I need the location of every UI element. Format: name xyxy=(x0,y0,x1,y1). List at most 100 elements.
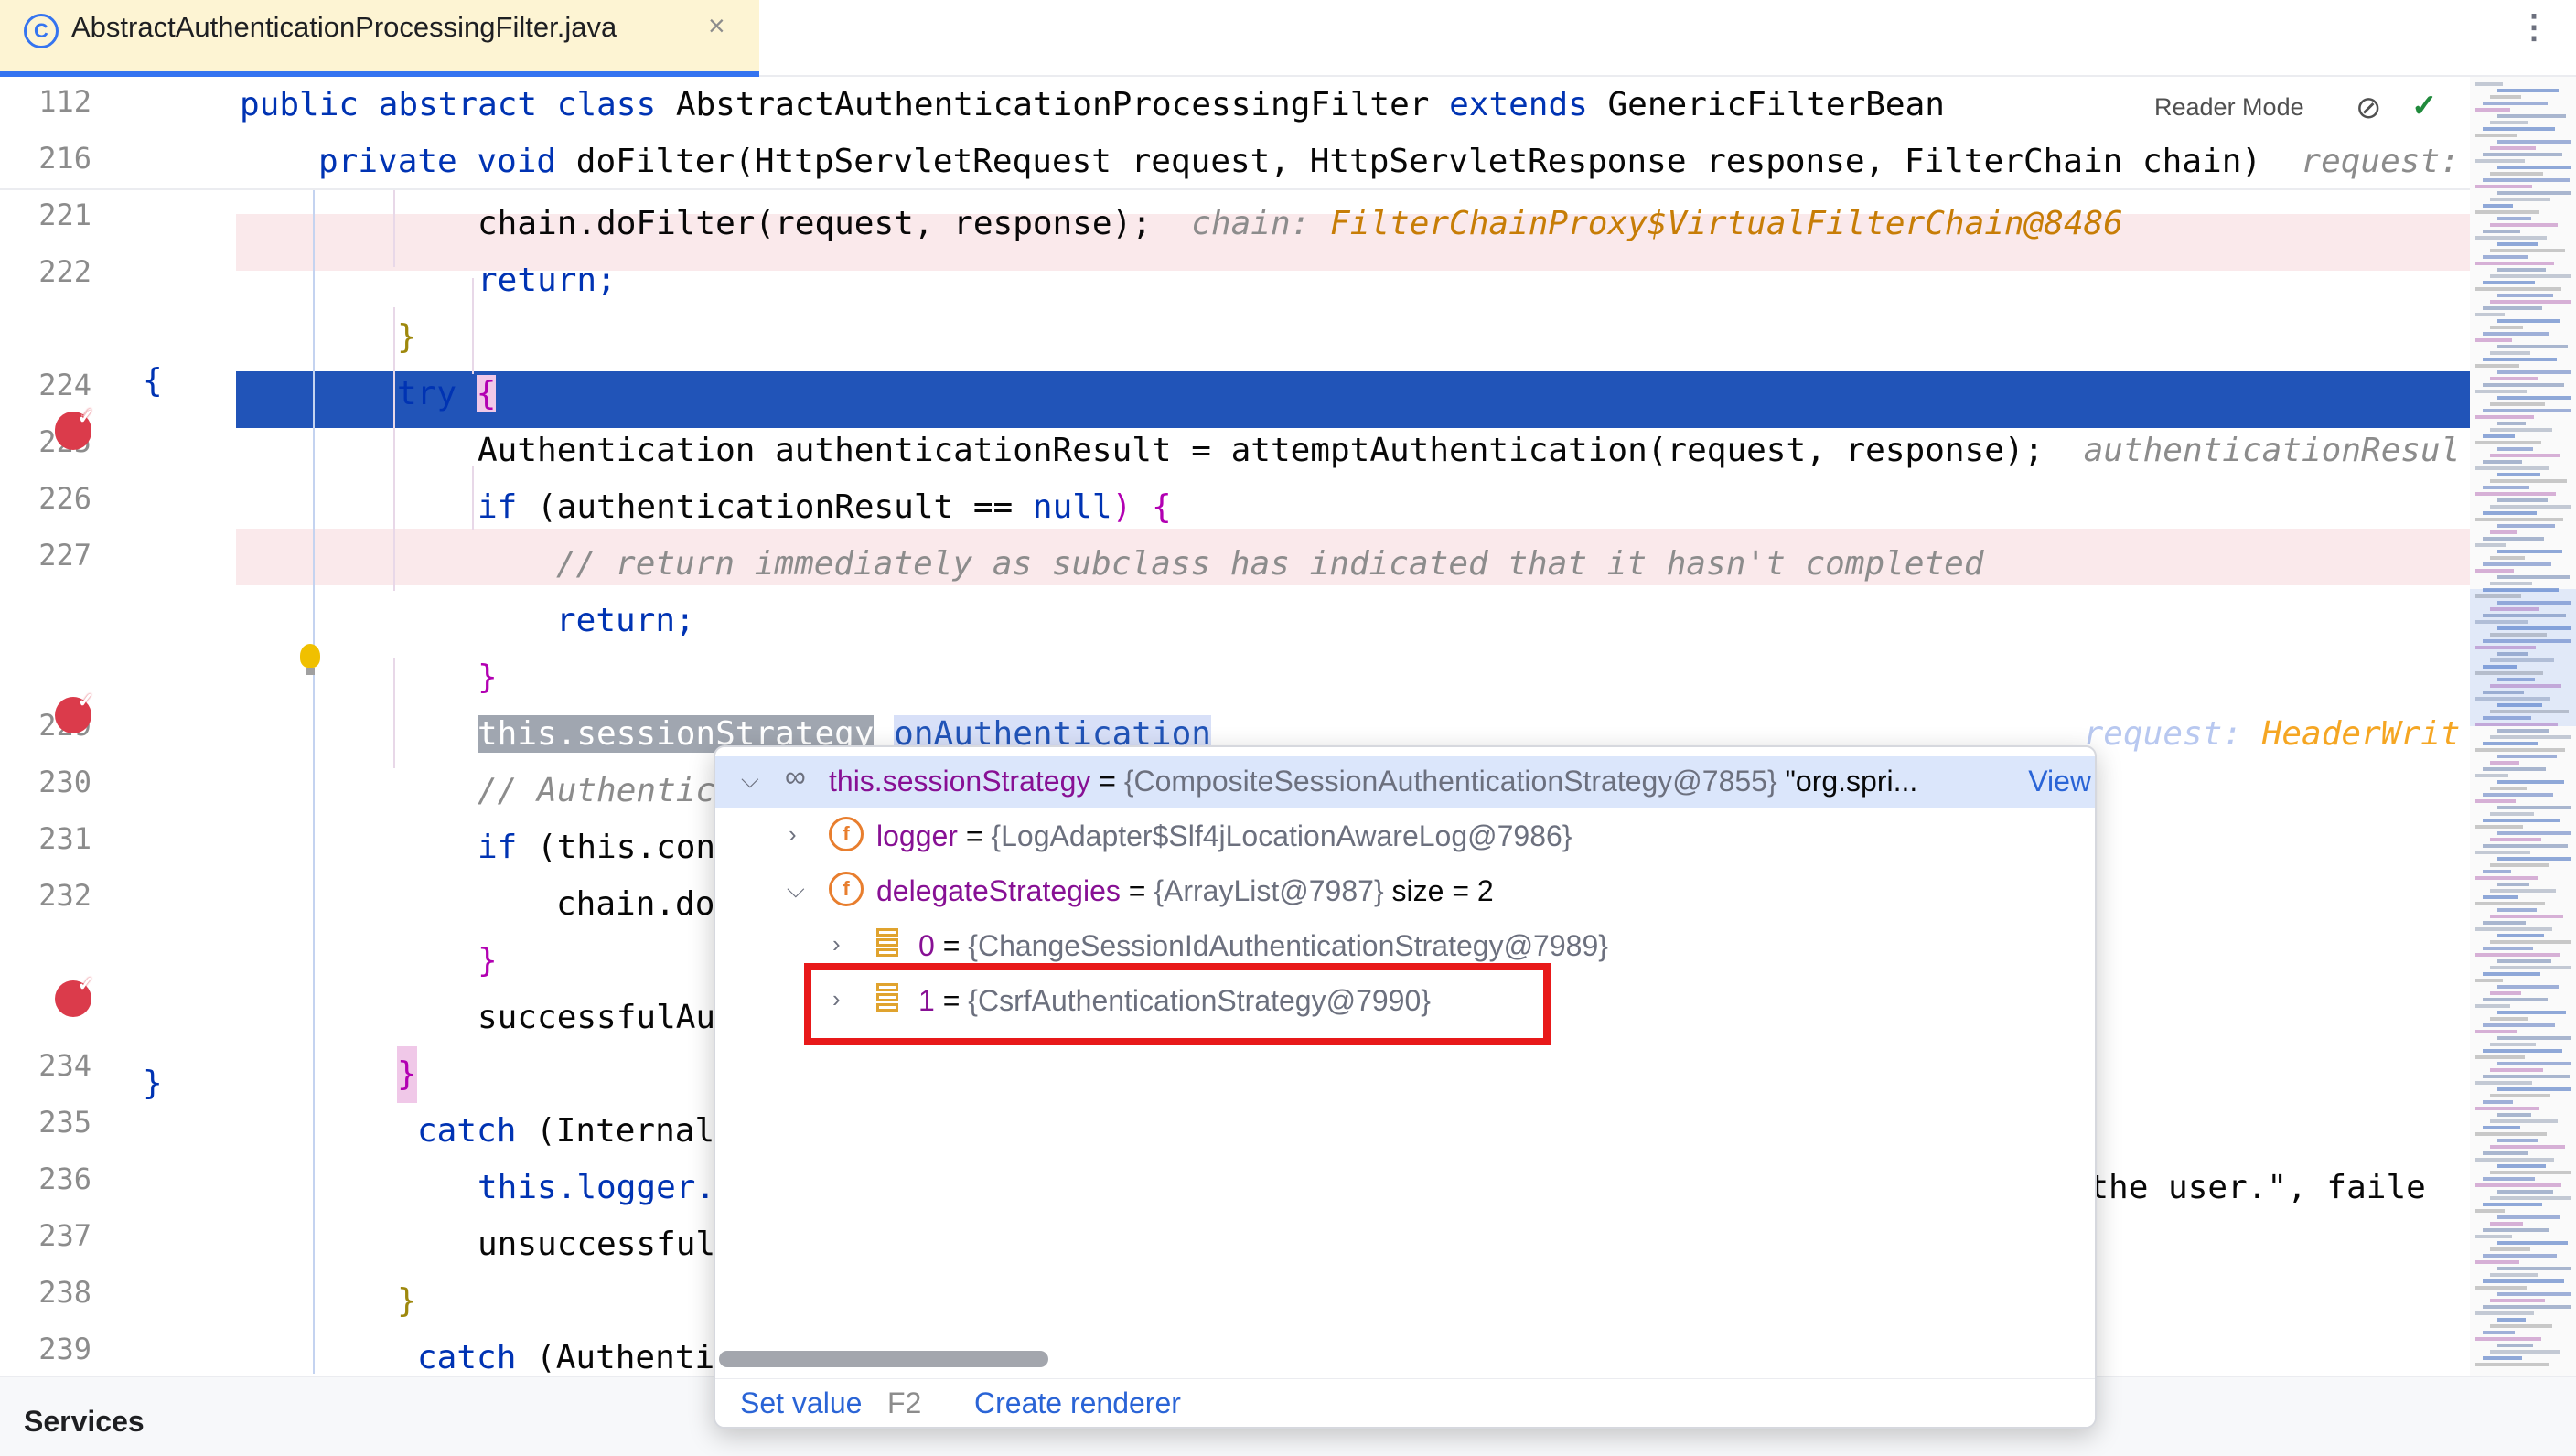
minimap-line xyxy=(2475,82,2503,86)
minimap-line xyxy=(2490,351,2530,355)
chevron-right-icon[interactable]: › xyxy=(789,820,797,849)
sticky-lines-header[interactable]: 112 public abstract class AbstractAuthen… xyxy=(0,77,2470,190)
breakpoint-icon[interactable] xyxy=(55,972,94,1017)
set-value-link[interactable]: Set value xyxy=(740,1386,862,1420)
tree-node-root[interactable]: ⌵ ∞ this.sessionStrategy = {CompositeSes… xyxy=(715,756,2095,808)
minimap-line xyxy=(2497,396,2571,400)
minimap-line xyxy=(2497,1139,2538,1142)
watch-icon: ∞ xyxy=(785,760,806,793)
minimap-line xyxy=(2483,819,2560,822)
minimap[interactable] xyxy=(2470,77,2576,1376)
minimap-viewport[interactable] xyxy=(2470,589,2576,726)
minimap-line xyxy=(2475,1055,2525,1059)
tab-filename[interactable]: AbstractAuthenticationProcessingFilter.j… xyxy=(71,11,617,44)
minimap-line xyxy=(2490,454,2560,457)
line-number: 227 xyxy=(38,538,91,573)
minimap-line xyxy=(2483,1075,2570,1078)
minimap-line xyxy=(2497,1087,2571,1091)
minimap-line xyxy=(2490,326,2523,329)
gutter[interactable]: 219 220 221 222 224 225 226 227 229 230 … xyxy=(0,77,236,1376)
fold-brace[interactable]: { xyxy=(143,353,163,410)
minimap-line xyxy=(2497,319,2560,323)
minimap-line xyxy=(2497,1292,2571,1296)
breakpoint-icon[interactable] xyxy=(55,405,94,450)
line-number: 231 xyxy=(38,821,91,856)
minimap-line xyxy=(2497,1164,2546,1168)
line-number: 236 xyxy=(38,1162,91,1196)
minimap-line xyxy=(2497,1113,2531,1117)
minimap-line xyxy=(2475,1235,2512,1238)
horizontal-scrollbar[interactable] xyxy=(719,1351,1048,1367)
minimap-line xyxy=(2497,498,2548,502)
minimap-line xyxy=(2475,1286,2527,1290)
code-line-233: successfulAu xyxy=(478,999,716,1036)
minimap-line xyxy=(2475,236,2547,240)
code-line-231: chain.do xyxy=(556,885,715,923)
minimap-line xyxy=(2475,518,2563,521)
breakpoint-icon[interactable] xyxy=(55,689,94,733)
code-line-236: this.logger. xyxy=(478,1169,716,1206)
indent-guide xyxy=(393,658,395,768)
minimap-line xyxy=(2497,242,2538,246)
line-number: 112 xyxy=(38,84,91,119)
minimap-line xyxy=(2483,562,2551,566)
minimap-line xyxy=(2490,863,2549,867)
minimap-line xyxy=(2475,1107,2539,1110)
minimap-line xyxy=(2497,422,2526,425)
chevron-down-icon[interactable]: ⌵ xyxy=(787,875,805,905)
debug-value-popup[interactable]: ⌵ ∞ this.sessionStrategy = {CompositeSes… xyxy=(714,745,2097,1429)
fold-brace[interactable]: } xyxy=(143,1055,163,1112)
minimap-line xyxy=(2497,755,2557,758)
minimap-line xyxy=(2475,902,2545,905)
minimap-line xyxy=(2483,1279,2564,1283)
minimap-line xyxy=(2475,185,2532,188)
minimap-line xyxy=(2483,1356,2522,1360)
code-line-224: if (authenticationResult == null) { xyxy=(478,488,1172,526)
create-renderer-link[interactable]: Create renderer xyxy=(974,1386,1181,1420)
chevron-down-icon[interactable]: ⌵ xyxy=(741,765,759,795)
minimap-line xyxy=(2475,108,2510,112)
minimap-line xyxy=(2497,1036,2571,1040)
lightbulb-icon[interactable] xyxy=(300,644,320,675)
checkmark-icon[interactable]: ✓ xyxy=(2411,88,2438,124)
minimap-line xyxy=(2475,543,2506,547)
eye-off-icon[interactable]: ⊘ xyxy=(2356,90,2382,126)
indent-guide xyxy=(472,466,474,530)
minimap-line xyxy=(2475,338,2512,342)
more-options-icon[interactable]: ⋮ xyxy=(2517,7,2550,46)
minimap-line xyxy=(2483,1151,2528,1155)
indent-guide xyxy=(393,307,395,591)
minimap-line xyxy=(2475,1030,2517,1033)
minimap-line xyxy=(2497,191,2571,195)
minimap-line xyxy=(2490,428,2552,432)
minimap-line xyxy=(2490,530,2517,534)
sticky-class-declaration[interactable]: public abstract class AbstractAuthentica… xyxy=(240,77,1945,134)
line-number: 232 xyxy=(38,878,91,913)
sticky-method-declaration[interactable]: private void doFilter(HttpServletRequest… xyxy=(318,134,2460,190)
reader-mode-button[interactable]: Reader Mode xyxy=(2154,93,2304,122)
editor-tab-bar: C AbstractAuthenticationProcessingFilter… xyxy=(0,0,2576,77)
tree-node-delegate-strategies[interactable]: ⌵ f delegateStrategies = {ArrayList@7987… xyxy=(715,866,2095,917)
execution-line-highlight xyxy=(236,371,2470,428)
minimap-line xyxy=(2490,402,2545,406)
view-link[interactable]: View xyxy=(2028,765,2091,798)
close-icon[interactable]: × xyxy=(708,9,725,43)
minimap-line xyxy=(2475,1311,2534,1315)
code-line-223: Authentication authenticationResult = at… xyxy=(478,432,2461,469)
line-number: 226 xyxy=(38,481,91,516)
services-tool-window-tab[interactable]: Services xyxy=(24,1405,145,1439)
minimap-line xyxy=(2483,306,2542,310)
minimap-line xyxy=(2490,735,2571,739)
editor-tab[interactable]: C AbstractAuthenticationProcessingFilter… xyxy=(0,0,759,77)
minimap-line xyxy=(2483,1126,2520,1129)
minimap-line xyxy=(2483,358,2557,361)
node-text: this.sessionStrategy = {CompositeSession… xyxy=(829,765,1918,798)
minimap-line xyxy=(2497,883,2529,886)
minimap-line xyxy=(2483,230,2520,233)
minimap-line xyxy=(2490,1171,2571,1174)
minimap-line xyxy=(2490,966,2571,969)
minimap-line xyxy=(2497,780,2564,784)
chevron-right-icon[interactable]: › xyxy=(832,930,841,958)
line-number: 235 xyxy=(38,1105,91,1140)
tree-node-logger[interactable]: › f logger = {LogAdapter$Slf4jLocationAw… xyxy=(715,811,2095,862)
